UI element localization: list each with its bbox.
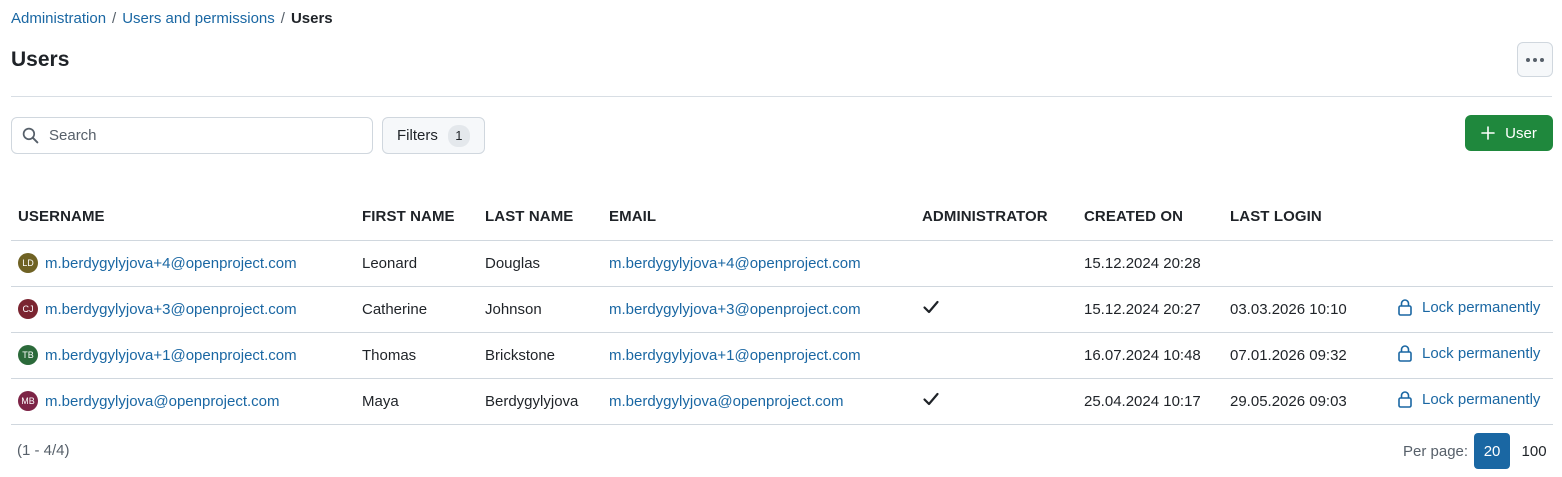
pagination-info: (1 - 4/4) [17,442,70,459]
breadcrumb-users-and-permissions[interactable]: Users and permissions [122,10,275,27]
cell-first-name: Leonard [355,240,478,287]
filters-count-badge: 1 [447,124,470,147]
users-table: USERNAME FIRST NAME LAST NAME EMAIL ADMI… [11,194,1553,425]
cell-actions: Lock permanently [1390,332,1553,379]
cell-first-name: Catherine [355,286,478,333]
per-page-selector: Per page: 20 100 [1403,433,1552,469]
username-link[interactable]: m.berdygylyjova+1@openproject.com [45,347,297,364]
check-icon [923,392,939,406]
lock-permanently-link[interactable]: Lock permanently [1397,390,1540,408]
lock-icon [1398,391,1412,408]
cell-last-name: Brickstone [478,332,602,379]
column-header-email[interactable]: EMAIL [602,194,915,241]
username-link[interactable]: m.berdygylyjova+3@openproject.com [45,301,297,318]
cell-last-name: Douglas [478,240,602,287]
table-row: LD m.berdygylyjova+4@openproject.com Leona… [11,240,1553,287]
lock-permanently-link[interactable]: Lock permanently [1397,344,1540,362]
table-row: TB m.berdygylyjova+1@openproject.com Thoma… [11,332,1553,379]
column-header-created-on[interactable]: CREATED ON [1077,194,1223,241]
breadcrumb-separator: / [280,9,285,27]
plus-icon [1481,126,1495,140]
table-row: CJ m.berdygylyjova+3@openproject.com Cathe… [11,286,1553,333]
cell-last-login: 29.05.2026 09:03 [1223,378,1390,425]
search-icon [22,127,39,144]
column-header-last-login[interactable]: LAST LOGIN [1223,194,1390,241]
avatar: CJ [18,299,38,319]
per-page-label: Per page: [1403,442,1469,460]
lock-permanently-label: Lock permanently [1422,344,1541,362]
lock-icon [1398,299,1412,316]
cell-administrator [915,332,1077,379]
per-page-option-20[interactable]: 20 [1474,433,1511,469]
column-header-actions [1390,194,1553,241]
username-link[interactable]: m.berdygylyjova+4@openproject.com [45,255,297,272]
cell-administrator [915,378,1077,425]
check-icon [923,300,939,314]
column-header-username[interactable]: USERNAME [11,194,355,241]
avatar: TB [18,345,38,365]
search-box[interactable] [11,117,373,154]
cell-administrator [915,286,1077,333]
cell-actions [1390,240,1553,287]
page-title: Users [11,48,70,71]
cell-administrator [915,240,1077,287]
column-header-first-name[interactable]: FIRST NAME [355,194,478,241]
breadcrumb-current: Users [290,9,333,27]
column-header-last-name[interactable]: LAST NAME [478,194,602,241]
more-dot [1540,57,1544,62]
breadcrumb-administration[interactable]: Administration [11,10,106,27]
add-user-button[interactable]: User [1465,115,1553,151]
username-link[interactable]: m.berdygylyjova@openproject.com [45,393,280,410]
breadcrumb: Administration / Users and permissions /… [11,8,333,28]
email-link[interactable]: m.berdygylyjova+3@openproject.com [609,301,861,318]
header-divider [11,96,1552,97]
cell-last-name: Berdygylyjova [478,378,602,425]
lock-icon [1398,345,1412,362]
cell-actions: Lock permanently [1390,286,1553,333]
cell-created-on: 25.04.2024 10:17 [1077,378,1223,425]
cell-created-on: 15.12.2024 20:27 [1077,286,1223,333]
breadcrumb-separator: / [112,9,117,27]
lock-permanently-label: Lock permanently [1422,390,1541,408]
lock-permanently-link[interactable]: Lock permanently [1397,298,1540,316]
column-header-administrator[interactable]: ADMINISTRATOR [915,194,1077,241]
cell-first-name: Thomas [355,332,478,379]
more-dot [1533,57,1537,62]
cell-username: MB m.berdygylyjova@openproject.com [11,378,355,425]
cell-email: m.berdygylyjova+1@openproject.com [602,332,915,379]
cell-username: CJ m.berdygylyjova+3@openproject.com [11,286,355,333]
cell-username: LD m.berdygylyjova+4@openproject.com [11,240,355,287]
add-user-label: User [1505,124,1537,142]
table-row: MB m.berdygylyjova@openproject.com Maya Ber… [11,378,1553,425]
cell-username: TB m.berdygylyjova+1@openproject.com [11,332,355,379]
more-dots-icon [1526,57,1530,62]
cell-email: m.berdygylyjova+3@openproject.com [602,286,915,333]
filters-label: Filters [397,127,438,144]
cell-created-on: 16.07.2024 10:48 [1077,332,1223,379]
cell-last-login: 07.01.2026 09:32 [1223,332,1390,379]
cell-email: m.berdygylyjova@openproject.com [602,378,915,425]
more-actions-button[interactable] [1517,42,1553,77]
cell-created-on: 15.12.2024 20:28 [1077,240,1223,287]
cell-first-name: Maya [355,378,478,425]
avatar: MB [18,391,38,411]
avatar: LD [18,253,38,273]
cell-email: m.berdygylyjova+4@openproject.com [602,240,915,287]
cell-last-login [1223,240,1390,287]
cell-last-login: 03.03.2026 10:10 [1223,286,1390,333]
table-header-row: USERNAME FIRST NAME LAST NAME EMAIL ADMI… [11,194,1553,241]
lock-permanently-label: Lock permanently [1422,298,1541,316]
cell-last-name: Johnson [478,286,602,333]
filters-button[interactable]: Filters 1 [382,117,485,154]
search-input[interactable] [49,127,349,144]
email-link[interactable]: m.berdygylyjova+1@openproject.com [609,347,861,364]
email-link[interactable]: m.berdygylyjova+4@openproject.com [609,255,861,272]
email-link[interactable]: m.berdygylyjova@openproject.com [609,393,844,410]
per-page-option-100[interactable]: 100 [1516,433,1552,469]
cell-actions: Lock permanently [1390,378,1553,425]
